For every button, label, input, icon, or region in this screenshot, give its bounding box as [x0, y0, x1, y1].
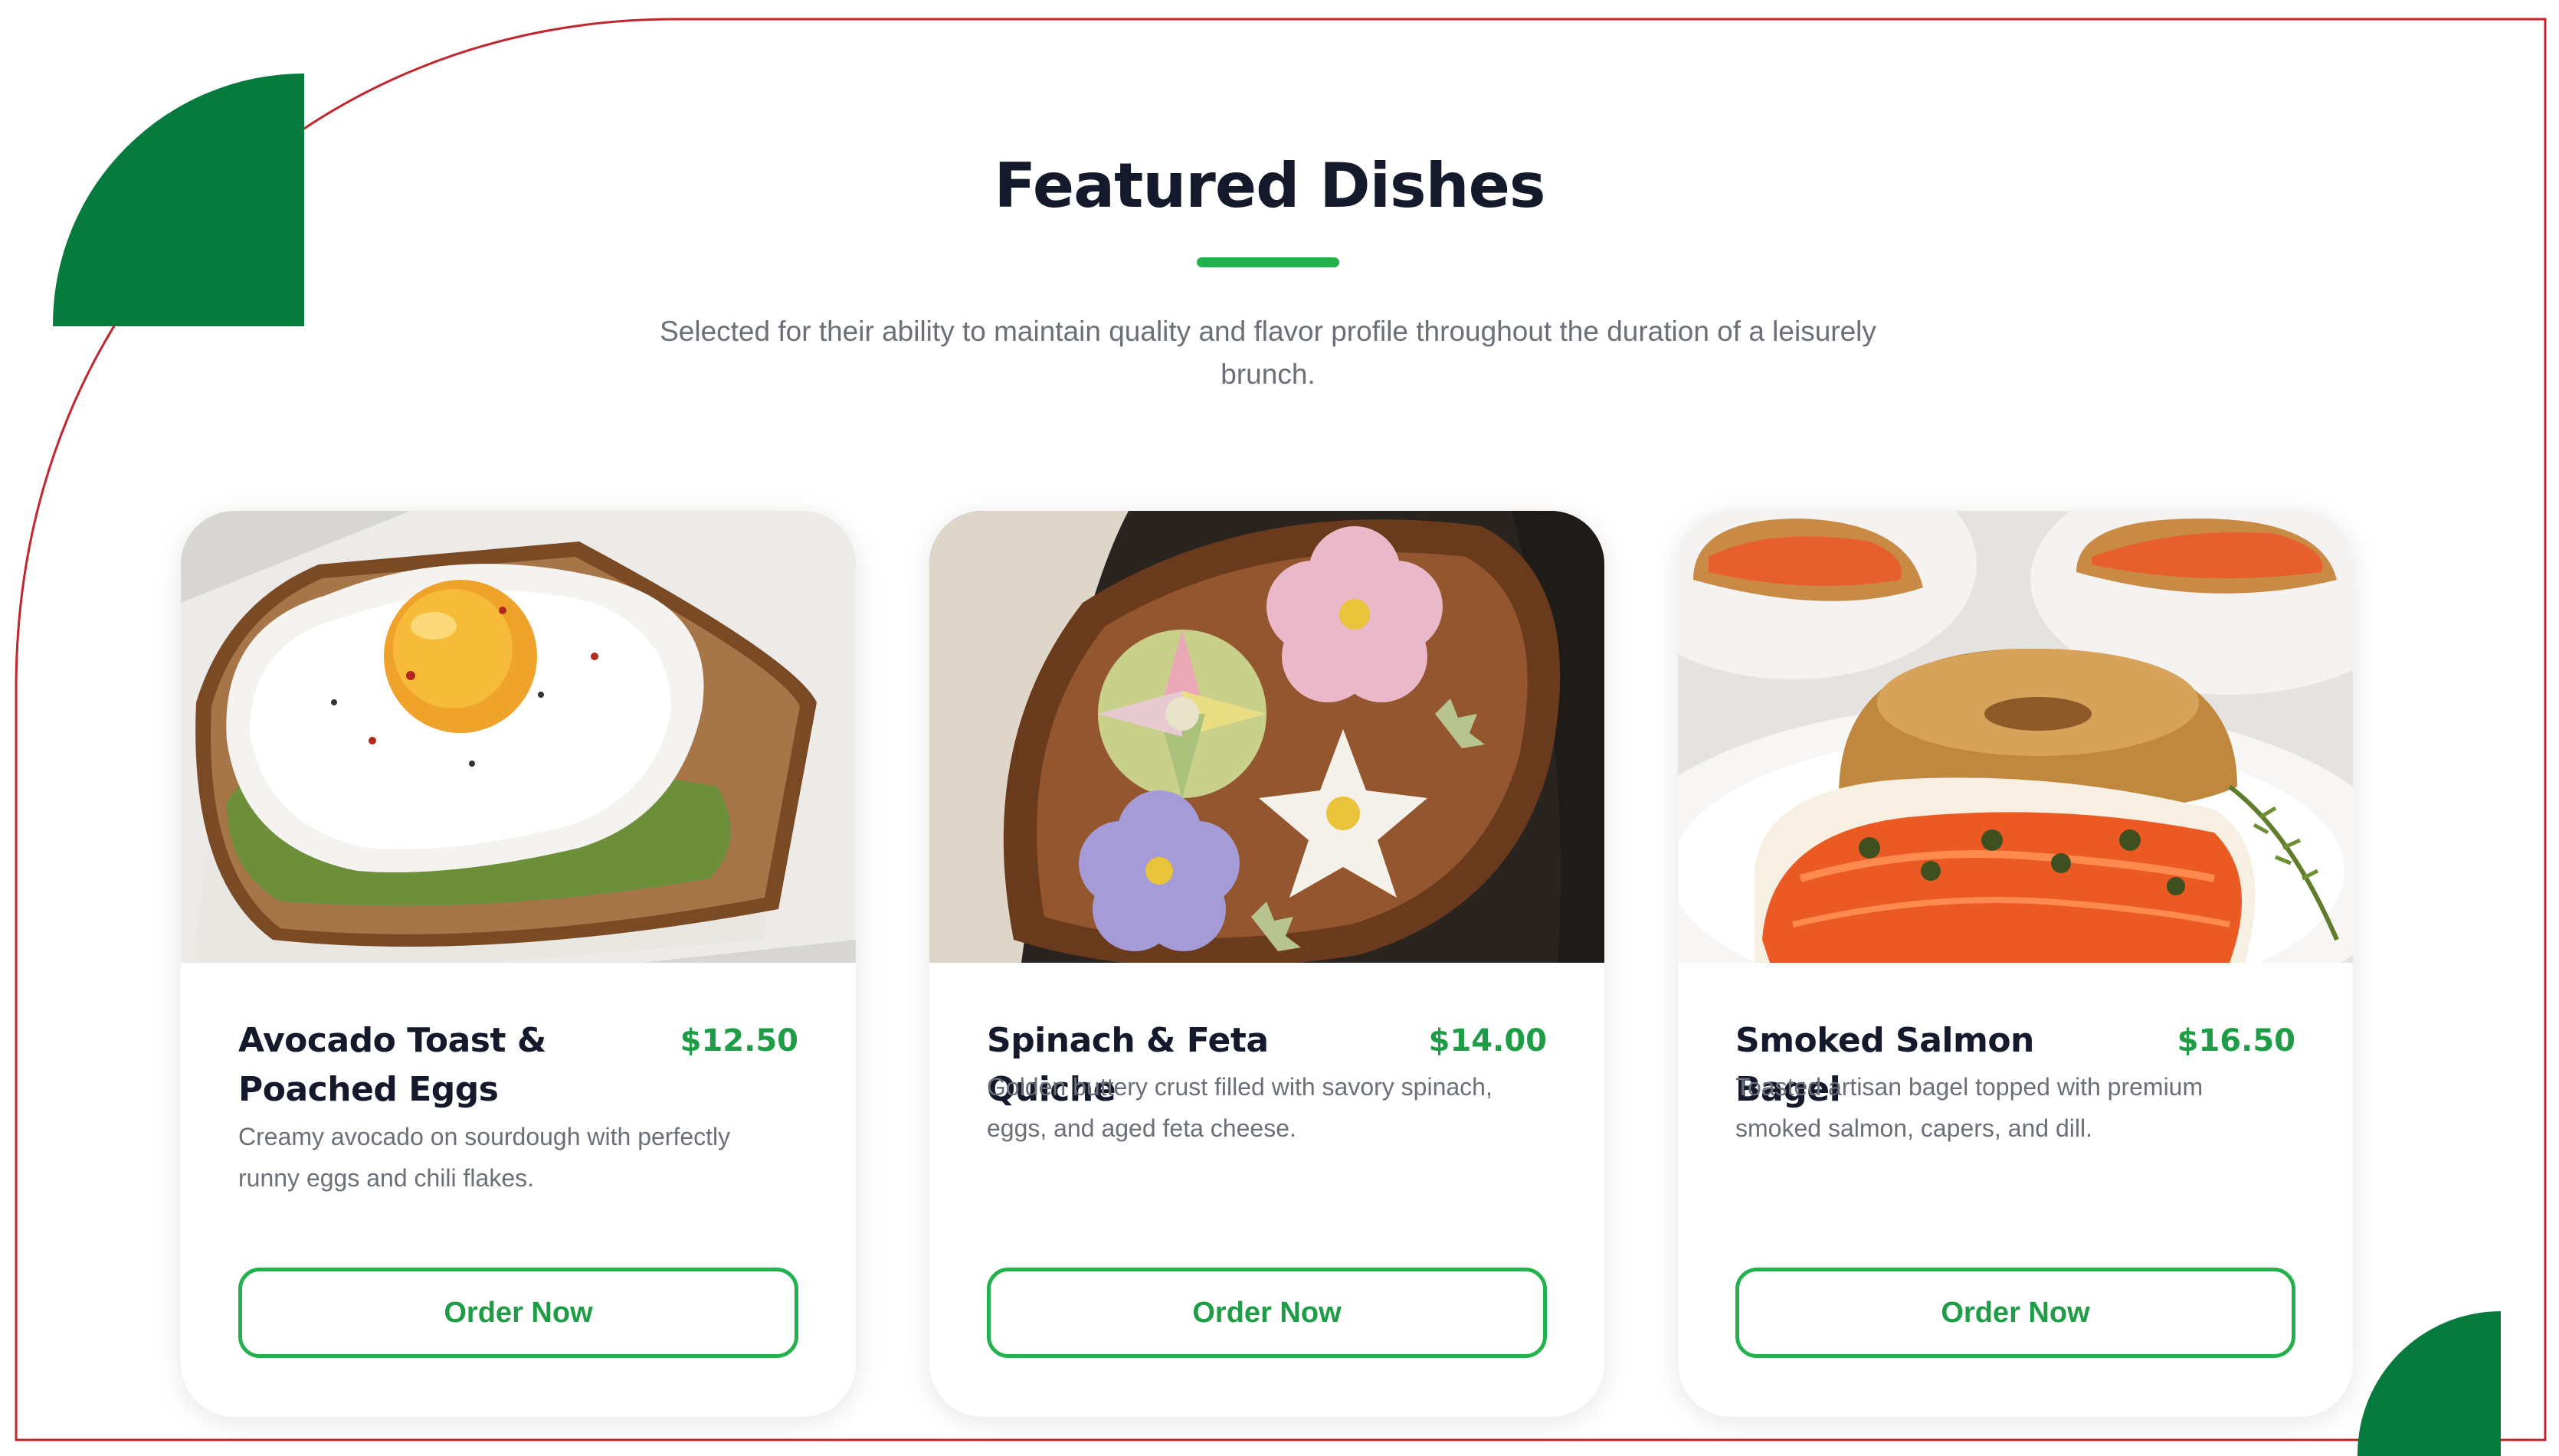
dish-name: Avocado Toast & Poached Eggs: [238, 1021, 546, 1109]
dish-card-body: Avocado Toast & Poached Eggs $12.50 Crea…: [238, 1016, 798, 1417]
dish-card-salmon-bagel: Smoked Salmon Bagel $16.50 Toasted artis…: [1678, 511, 2353, 1417]
dish-price: $12.50: [680, 1023, 798, 1058]
dish-price: $14.00: [1428, 1023, 1547, 1058]
dish-description: Creamy avocado on sourdough with perfect…: [238, 1123, 731, 1192]
dish-card-body: Smoked Salmon Bagel $16.50 Toasted artis…: [1735, 1016, 2295, 1417]
dish-image-salmon-bagel: [1678, 511, 2353, 963]
order-now-button[interactable]: Order Now: [1735, 1268, 2295, 1358]
dish-card-avocado-toast: Avocado Toast & Poached Eggs $12.50 Crea…: [181, 511, 856, 1417]
section-title: Featured Dishes: [994, 150, 1546, 221]
dish-description: Golden buttery crust filled with savory …: [987, 1073, 1492, 1142]
order-now-button[interactable]: Order Now: [987, 1268, 1547, 1358]
dish-card-spinach-quiche: Spinach & Feta Quiche $14.00 Golden butt…: [929, 511, 1604, 1417]
dish-description: Toasted artisan bagel topped with premiu…: [1735, 1073, 2203, 1142]
dish-image-spinach-quiche: [929, 511, 1604, 963]
order-now-button[interactable]: Order Now: [238, 1268, 798, 1358]
dish-image-avocado-toast: [181, 511, 856, 963]
section-subtitle: Selected for their ability to maintain q…: [660, 316, 1876, 390]
title-underline: [1197, 257, 1339, 267]
dish-price: $16.50: [2177, 1023, 2295, 1058]
dish-card-body: Spinach & Feta Quiche $14.00 Golden butt…: [987, 1016, 1547, 1417]
